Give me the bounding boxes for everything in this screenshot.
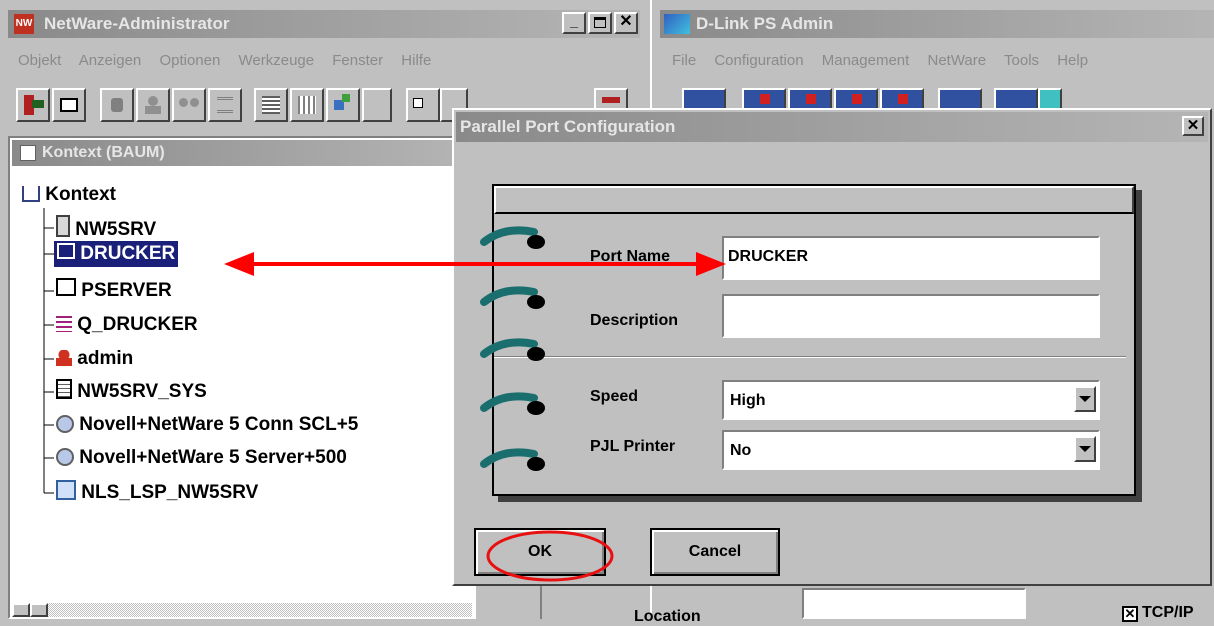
list-view-icon[interactable] <box>254 88 288 122</box>
tree-item-nw5srv[interactable]: NW5SRV <box>56 215 156 241</box>
dlink-title: D-Link PS Admin <box>696 14 834 33</box>
dialog-title: Parallel Port Configuration <box>460 117 676 136</box>
description-label: Description <box>590 312 679 329</box>
speed-label: Speed <box>590 388 639 405</box>
speed-select[interactable]: High <box>722 380 1100 420</box>
tree-icon <box>22 186 40 202</box>
tcpip-checkbox[interactable]: ✕ <box>1122 606 1138 622</box>
pjl-printer-select[interactable]: No <box>722 430 1100 470</box>
tree-item-conn-license[interactable]: Novell+NetWare 5 Conn SCL+5 <box>56 412 358 438</box>
menu-fenster[interactable]: Fenster <box>332 52 383 69</box>
cancel-button[interactable]: Cancel <box>650 528 780 576</box>
dlink-app-icon <box>664 14 690 34</box>
tcpip-label: TCP/IP <box>1142 604 1194 621</box>
notebook-divider <box>494 356 1126 358</box>
dlink-title-bar[interactable]: D-Link PS Admin <box>660 10 1214 38</box>
menu-werkzeuge[interactable]: Werkzeuge <box>239 52 315 69</box>
location-input[interactable] <box>802 588 1026 619</box>
close-button[interactable]: ✕ <box>614 12 638 34</box>
tree-item-pserver[interactable]: PSERVER <box>56 278 172 304</box>
menu-configuration[interactable]: Configuration <box>714 52 803 69</box>
description-input[interactable] <box>722 294 1100 338</box>
queue-tool-icon[interactable] <box>208 88 242 122</box>
scroll-thumb[interactable] <box>30 603 48 617</box>
tree-item-q-drucker[interactable]: Q_DRUCKER <box>56 312 198 338</box>
detail-view-icon[interactable] <box>290 88 324 122</box>
speed-value: High <box>730 392 766 409</box>
menu-netware[interactable]: NetWare <box>927 52 986 69</box>
tree-item-admin[interactable]: admin <box>56 346 133 372</box>
exit-icon[interactable] <box>16 88 50 122</box>
print-icon[interactable] <box>52 88 86 122</box>
license-server-icon <box>56 480 76 500</box>
maximize-button[interactable] <box>588 12 612 34</box>
volume-icon <box>56 379 72 399</box>
tree-item-nw5srv-sys[interactable]: NW5SRV_SYS <box>56 379 207 405</box>
speed-dropdown-arrow[interactable] <box>1074 386 1096 412</box>
dlink-menu-bar: File Configuration Management NetWare To… <box>672 52 1214 74</box>
user-icon <box>56 350 72 366</box>
notebook-panel: Port Name DRUCKER Description Speed High… <box>492 184 1136 496</box>
port-name-label: Port Name <box>590 248 671 265</box>
context-panel: Kontext (BAUM) Kontext NW5SRV DRUCKER PS… <box>8 136 476 619</box>
menu-file[interactable]: File <box>672 52 696 69</box>
license-icon <box>56 415 74 433</box>
tree-root-label: Kontext <box>45 184 117 205</box>
search-icon[interactable] <box>362 88 392 122</box>
menu-objekt[interactable]: Objekt <box>18 52 61 69</box>
user-tool-icon[interactable] <box>136 88 170 122</box>
port-name-input[interactable]: DRUCKER <box>722 236 1100 280</box>
netware-title-bar[interactable]: NW NetWare-Administrator <box>8 10 640 38</box>
notebook-spiral <box>480 226 545 471</box>
parallel-port-dialog: Parallel Port Configuration ✕ Port Name … <box>452 108 1212 586</box>
group-icon[interactable] <box>172 88 206 122</box>
menu-optionen[interactable]: Optionen <box>159 52 220 69</box>
netware-menu-bar: Objekt Anzeigen Optionen Werkzeuge Fenst… <box>18 52 638 74</box>
ok-button[interactable]: OK <box>474 528 606 576</box>
minimize-button[interactable]: _ <box>562 12 586 34</box>
scroll-left-button[interactable] <box>12 603 30 617</box>
pjl-printer-label: PJL Printer <box>590 438 676 455</box>
menu-hilfe[interactable]: Hilfe <box>401 52 431 69</box>
server-icon <box>56 215 70 237</box>
dialog-close-button[interactable]: ✕ <box>1182 116 1204 136</box>
pjl-dropdown-arrow[interactable] <box>1074 436 1096 462</box>
menu-help[interactable]: Help <box>1057 52 1088 69</box>
pjl-printer-value: No <box>730 442 752 459</box>
netware-title: NetWare-Administrator <box>44 14 230 33</box>
menu-management[interactable]: Management <box>822 52 910 69</box>
printer-icon <box>57 243 75 259</box>
context-hscrollbar[interactable] <box>12 603 472 617</box>
object-icon[interactable] <box>100 88 134 122</box>
print-queue-icon <box>56 316 72 332</box>
tree-root[interactable]: Kontext <box>22 182 116 208</box>
network-icon[interactable] <box>326 88 360 122</box>
notebook-header <box>494 186 1134 214</box>
menu-tools[interactable]: Tools <box>1004 52 1039 69</box>
tree-item-drucker[interactable]: DRUCKER <box>54 241 179 267</box>
netware-app-icon: NW <box>14 14 34 34</box>
location-label: Location <box>634 608 701 625</box>
tree-item-server-license[interactable]: Novell+NetWare 5 Server+500 <box>56 445 347 471</box>
tree-item-nls-lsp[interactable]: NLS_LSP_NW5SRV <box>56 480 258 506</box>
dialog-title-bar[interactable]: Parallel Port Configuration <box>456 112 1208 142</box>
chevron-down-icon <box>1079 446 1091 452</box>
license-icon <box>56 448 74 466</box>
chevron-down-icon <box>1079 396 1091 402</box>
menu-anzeigen[interactable]: Anzeigen <box>79 52 142 69</box>
print-server-icon <box>56 278 76 296</box>
checkbox-tool-icon[interactable] <box>406 88 440 122</box>
